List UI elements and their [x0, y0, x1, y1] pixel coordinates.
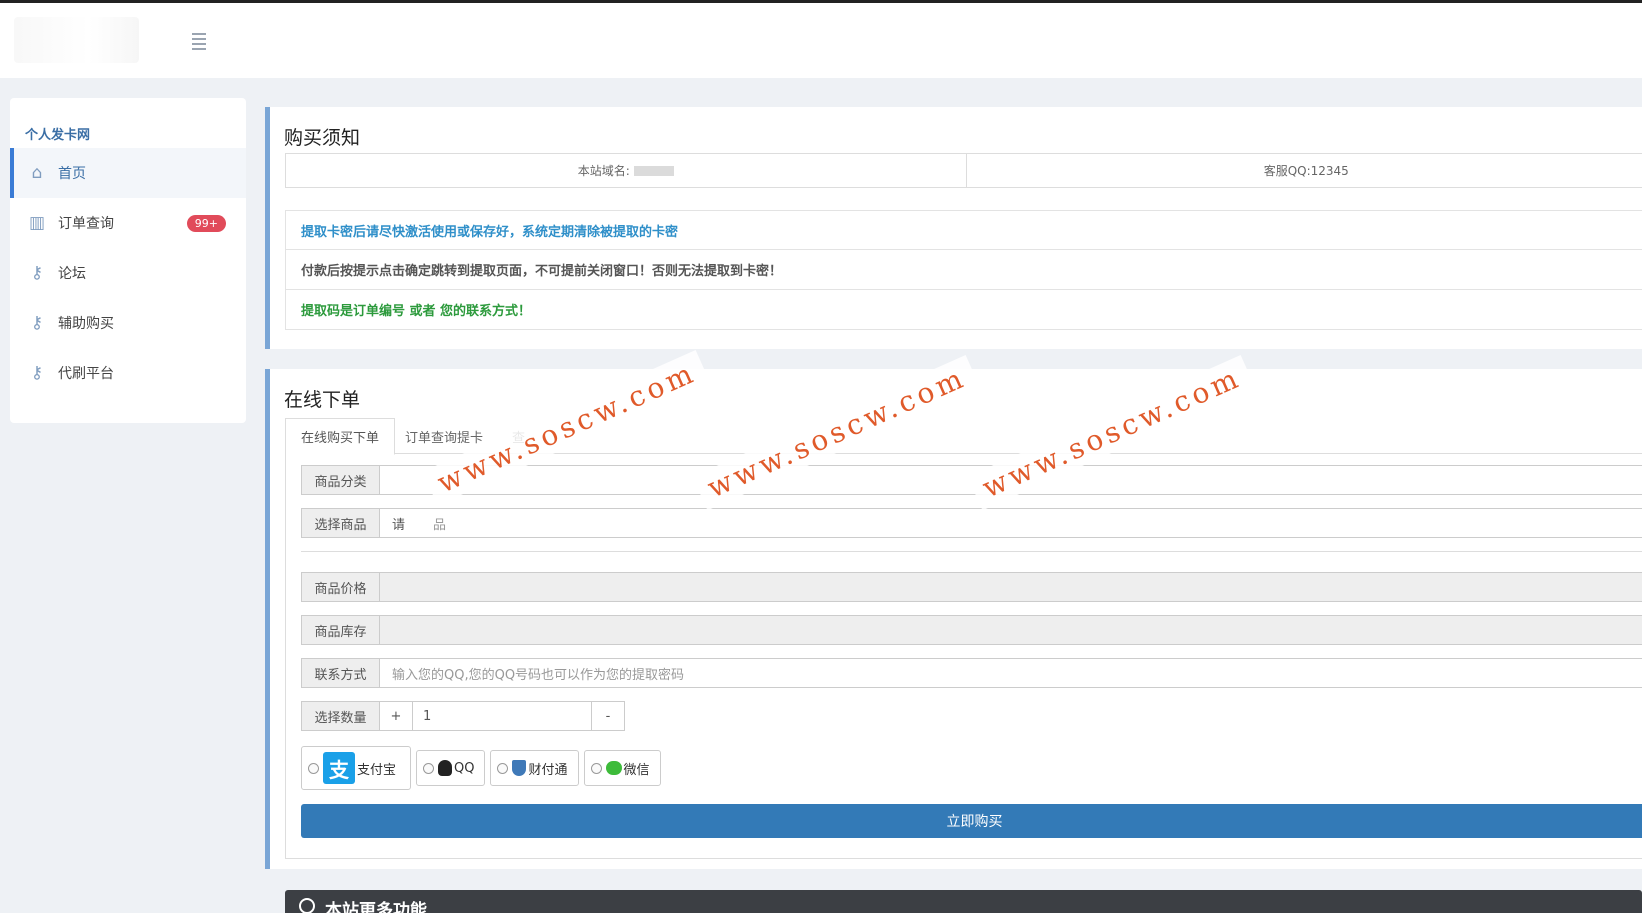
payment-options: 支 支付宝 QQ 财付通 微信	[301, 746, 666, 790]
price-value	[379, 572, 1642, 602]
key-icon: ⚷	[30, 313, 44, 333]
order-tabs: 在线购买下单 订单查询提卡 查	[285, 418, 1642, 455]
pay-tenpay[interactable]: 财付通	[490, 750, 579, 786]
wechat-icon	[605, 761, 622, 775]
circle-icon	[299, 898, 315, 913]
notice-line: 提取码是订单编号 或者 您的联系方式！	[285, 290, 1642, 330]
price-field: 商品价格	[301, 572, 1642, 602]
pay-alipay[interactable]: 支 支付宝	[301, 746, 412, 790]
site-logo[interactable]	[14, 17, 139, 63]
product-field: 选择商品 请 品	[301, 508, 1642, 538]
service-qq: 客服QQ:12345	[965, 154, 1642, 187]
panel-title: 在线下单	[284, 389, 361, 411]
key-icon: ⚷	[30, 363, 44, 383]
quantity-plus-button[interactable]: +	[379, 701, 413, 731]
quantity-stepper: 选择数量 + 1 -	[301, 701, 625, 731]
purchase-notice-panel: 购买须知 本站域名: 客服QQ:12345 提取卡密后请尽快激活使用或保存好，系…	[265, 107, 1642, 349]
product-select[interactable]: 请 品	[379, 508, 1642, 538]
site-info-row: 本站域名: 客服QQ:12345	[285, 153, 1642, 188]
divider	[301, 551, 1642, 552]
order-form: 商品分类 选择商品 请 品 商品价格 商品库存 联系方式 输入您的QQ,您的QQ…	[285, 454, 1642, 859]
bar-chart-icon: ▥	[28, 213, 46, 233]
stock-value	[379, 615, 1642, 645]
tab-query[interactable]: 查	[497, 418, 540, 455]
sidebar-item-label: 订单查询	[58, 216, 114, 232]
key-icon: ⚷	[30, 263, 44, 283]
tab-order-query[interactable]: 订单查询提卡	[390, 418, 498, 455]
tenpay-shield-icon	[512, 760, 527, 776]
buy-now-button[interactable]: 立即购买	[301, 804, 1642, 838]
panel-title: 购买须知	[284, 127, 361, 149]
tab-online-buy[interactable]: 在线购买下单	[285, 418, 396, 455]
quantity-minus-button[interactable]: -	[591, 701, 625, 731]
radio-icon[interactable]	[308, 762, 319, 774]
sidebar-item-boost-platform[interactable]: ⚷ 代刷平台	[10, 348, 246, 398]
more-features-bar: 本站更多功能	[285, 890, 1642, 913]
category-select[interactable]	[379, 465, 1642, 495]
quantity-input[interactable]: 1	[413, 701, 591, 731]
sidebar-title: 个人发卡网	[25, 128, 91, 143]
sidebar-item-assist-buy[interactable]: ⚷ 辅助购买	[10, 298, 246, 348]
radio-icon[interactable]	[497, 762, 509, 774]
pay-qq[interactable]: QQ	[416, 750, 486, 786]
contact-field: 联系方式 输入您的QQ,您的QQ号码也可以作为您的提取密码	[301, 658, 1642, 688]
sidebar: 个人发卡网 ⌂ 首页 ▥ 订单查询 99+ ⚷ 论坛 ⚷ 辅助购买 ⚷ 代刷平台	[10, 98, 246, 423]
sidebar-item-home[interactable]: ⌂ 首页	[10, 148, 246, 198]
sidebar-item-order-query[interactable]: ▥ 订单查询 99+	[10, 198, 246, 248]
category-field: 商品分类	[301, 465, 1642, 495]
home-icon: ⌂	[31, 163, 43, 183]
notice-line: 付款后按提示点击确定跳转到提取页面，不可提前关闭窗口！否则无法提取到卡密！	[285, 250, 1642, 290]
radio-icon[interactable]	[423, 762, 435, 774]
radio-icon[interactable]	[590, 762, 602, 774]
more-features-title: 本站更多功能	[325, 901, 427, 913]
site-domain: 本站域名:	[286, 154, 966, 187]
stock-field: 商品库存	[301, 615, 1642, 645]
notice-line: 提取卡密后请尽快激活使用或保存好，系统定期清除被提取的卡密	[285, 210, 1642, 250]
qq-penguin-icon	[438, 760, 453, 776]
contact-input[interactable]: 输入您的QQ,您的QQ号码也可以作为您的提取密码	[379, 658, 1642, 688]
sidebar-item-label: 首页	[58, 166, 86, 182]
alipay-icon: 支	[323, 752, 355, 784]
header	[0, 3, 1642, 78]
order-count-badge: 99+	[186, 214, 226, 232]
sidebar-item-label: 论坛	[58, 266, 86, 282]
sidebar-item-label: 辅助购买	[58, 316, 114, 332]
sidebar-item-forum[interactable]: ⚷ 论坛	[10, 248, 246, 298]
blurred-domain	[633, 165, 674, 176]
online-order-panel: 在线下单 在线购买下单 订单查询提卡 查 商品分类 选择商品 请 品 商品价格 …	[265, 369, 1642, 869]
pay-wechat[interactable]: 微信	[583, 750, 661, 786]
menu-toggle-icon[interactable]	[188, 33, 210, 51]
sidebar-item-label: 代刷平台	[58, 366, 114, 382]
